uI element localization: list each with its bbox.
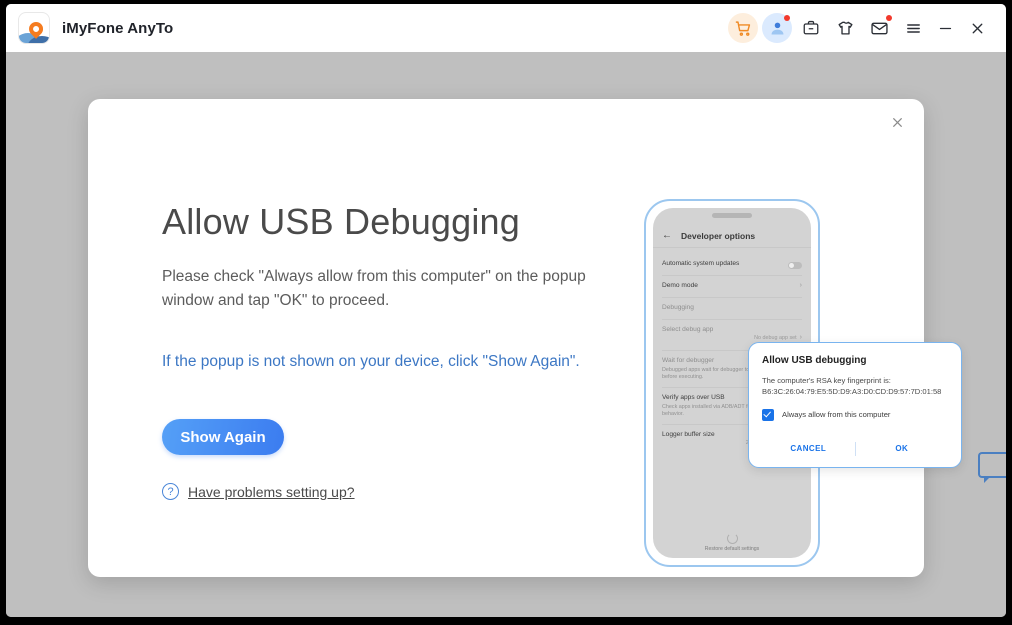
phone-screen-header: ← Developer options [653, 230, 811, 248]
dialog-copy: Allow USB Debugging Please check "Always… [162, 201, 632, 501]
titlebar-actions [728, 13, 1006, 43]
app-title: iMyFone AnyTo [62, 19, 174, 37]
help-link-label: Have problems setting up? [188, 483, 355, 500]
checkbox-checked-icon[interactable] [762, 408, 774, 421]
row-label: Automatic system updates [662, 260, 740, 267]
android-dialog-body-line1: The computer's RSA key fingerprint is: [762, 376, 891, 385]
notification-badge [886, 15, 892, 21]
close-icon [892, 117, 902, 127]
app-brand: iMyFone AnyTo [6, 12, 173, 44]
list-item[interactable]: Automatic system updates [662, 254, 802, 276]
list-item[interactable]: Demo mode › [662, 276, 802, 298]
minimize-button[interactable] [932, 15, 958, 41]
spinner-icon [726, 533, 738, 544]
close-icon [972, 23, 982, 33]
back-arrow-icon[interactable]: ← [662, 230, 672, 241]
chevron-right-icon: › [799, 282, 802, 289]
android-usb-debugging-dialog: Allow USB debugging The computer's RSA k… [748, 342, 962, 468]
dialog-close-button[interactable] [886, 111, 908, 133]
usb-debugging-dialog: Allow USB Debugging Please check "Always… [88, 99, 962, 577]
app-window: iMyFone AnyTo Allow USB Debugging Please… [6, 4, 1006, 617]
restore-defaults[interactable]: Restore default settings [653, 533, 811, 552]
notification-badge [784, 15, 790, 21]
envelope-icon [870, 22, 888, 34]
row-label: Select debug app [662, 325, 714, 333]
modal-overlay: Allow USB Debugging Please check "Always… [6, 52, 1006, 617]
list-item: Debugging [662, 298, 802, 320]
checkbox-label: Always allow from this computer [782, 410, 891, 420]
hamburger-menu-icon [906, 23, 920, 33]
cart-icon [735, 20, 750, 36]
question-circle-icon: ? [162, 483, 179, 501]
android-dialog-title: Allow USB debugging [762, 355, 867, 366]
row-label: Demo mode [662, 282, 698, 289]
briefcase-icon [803, 20, 819, 35]
android-dialog-actions: CANCEL OK [762, 435, 948, 461]
chevron-right-icon: › [799, 333, 802, 341]
instruction-text: Please check "Always allow from this com… [162, 268, 586, 309]
title-bar: iMyFone AnyTo [6, 4, 1006, 52]
store-button[interactable] [830, 13, 860, 43]
hamburger-menu-button[interactable] [900, 15, 926, 41]
shop-button[interactable] [728, 13, 758, 43]
tshirt-icon [837, 21, 853, 35]
ok-button[interactable]: OK [856, 444, 949, 453]
minimize-icon [939, 27, 951, 29]
user-icon [771, 22, 783, 34]
phone-speaker-notch [712, 213, 752, 218]
help-link[interactable]: ? Have problems setting up? [162, 483, 355, 501]
android-dialog-fingerprint: B6:3C:26:04:79:E5:5D:D9:A3:D0:CD:D9:57:7… [762, 387, 942, 397]
phone-mockup: ← Developer options Automatic system upd… [644, 199, 962, 573]
restore-defaults-label: Restore default settings [704, 546, 760, 552]
always-allow-checkbox-row[interactable]: Always allow from this computer [762, 408, 948, 421]
account-button[interactable] [762, 13, 792, 43]
location-pin-logo [18, 12, 50, 44]
cancel-button[interactable]: CANCEL [762, 444, 855, 453]
hint-text: If the popup is not shown on your device… [162, 353, 580, 371]
messages-button[interactable] [864, 13, 894, 43]
phone-screen-title: Developer options [681, 230, 756, 241]
feedback-tab-icon[interactable] [978, 452, 1006, 483]
page-title: Allow USB Debugging [162, 201, 520, 242]
row-label: Logger buffer size [662, 430, 715, 438]
row-toggle[interactable] [788, 262, 802, 269]
row-value: No debug app set [754, 334, 797, 341]
products-button[interactable] [796, 13, 826, 43]
row-label: Debugging [662, 303, 694, 311]
show-again-button[interactable]: Show Again [162, 419, 284, 456]
close-button[interactable] [964, 15, 990, 41]
